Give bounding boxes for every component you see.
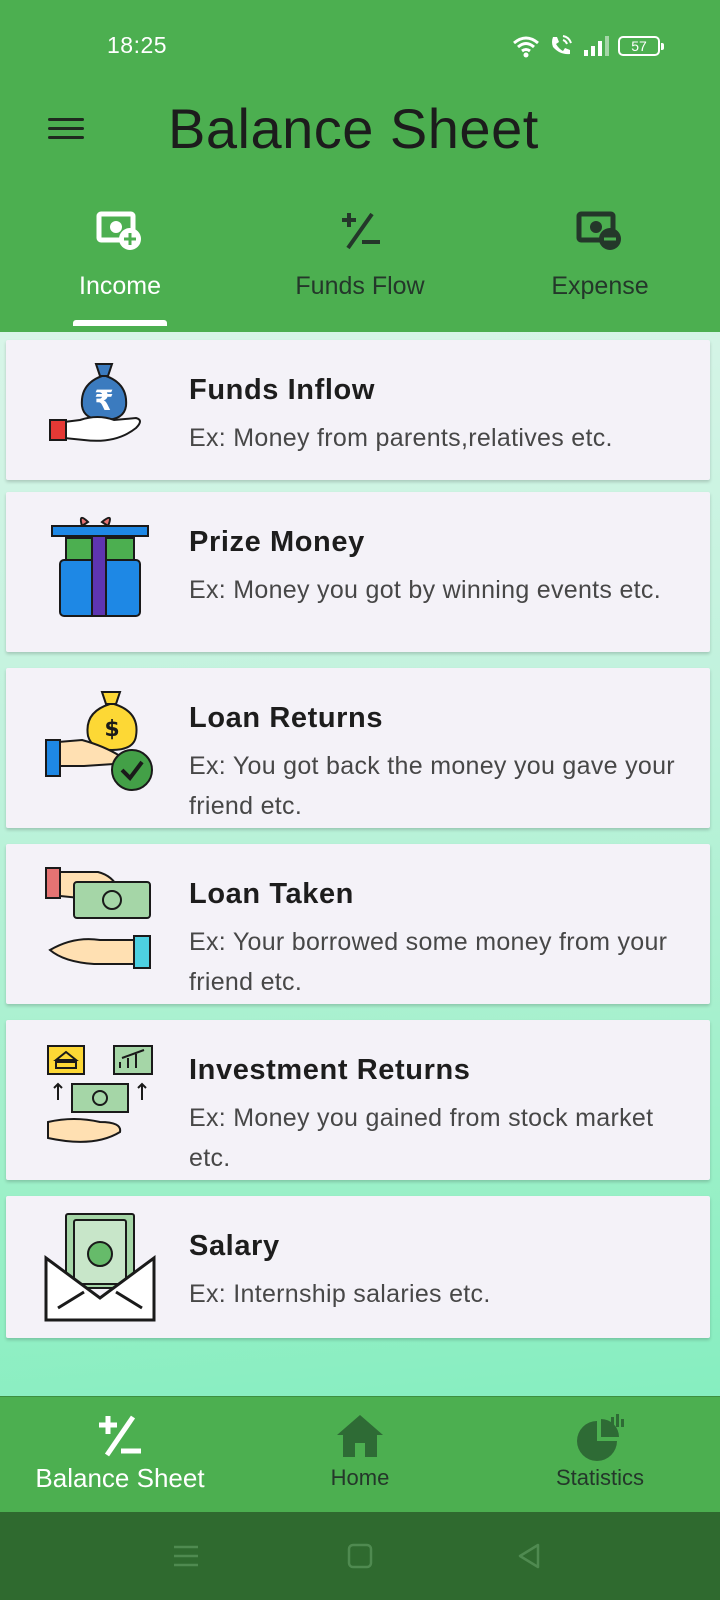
expense-money-minus-icon [576,211,621,250]
category-card-loan-taken[interactable]: Loan Taken Ex: Your borrowed some money … [6,844,710,1004]
battery-icon: 57 [618,36,664,56]
home-square-icon[interactable] [344,1540,376,1572]
status-icons: 57 [512,32,664,60]
system-navigation-bar [0,1512,720,1600]
status-bar: 18:25 57 [0,0,720,90]
category-description: Ex: Your borrowed some money from your f… [189,928,668,996]
tab-label: Income [79,272,161,300]
category-title: Loan Taken [189,878,354,910]
money-bag-check-icon: $ [45,691,153,791]
nav-home[interactable]: Home [240,1397,480,1512]
category-description: Ex: Money from parents,relatives etc. [189,424,613,452]
plus-minus-icon [342,212,380,250]
category-description: Ex: Money you gained from stock market e… [189,1104,654,1172]
hamburger-menu-icon[interactable] [48,112,88,148]
active-tab-indicator [73,320,167,326]
category-card-funds-inflow[interactable]: ₹ Funds Inflow Ex: Money from parents,re… [6,340,710,480]
category-card-prize-money[interactable]: Prize Money Ex: Money you got by winning… [6,492,710,652]
pie-chart-icon [577,1414,624,1461]
category-card-investment-returns[interactable]: Investment Returns Ex: Money you gained … [6,1020,710,1180]
rupee-bag-hand-icon: ₹ [49,363,141,442]
category-title: Investment Returns [189,1054,471,1086]
tab-label: Expense [551,272,649,300]
svg-text:$: $ [104,717,119,742]
bottom-navigation: Balance Sheet Home Statistics [0,1396,720,1512]
nav-label: Home [330,1465,390,1490]
category-title: Salary [189,1230,280,1262]
tab-label: Funds Flow [295,272,425,300]
category-description: Ex: You got back the money you gave your… [189,752,675,820]
category-description: Ex: Internship salaries etc. [189,1280,491,1308]
cash-handover-icon [45,867,151,969]
nav-balance-sheet[interactable]: Balance Sheet [0,1397,240,1512]
app-bar: 18:25 57 Balance Sheet Income Funds Flow… [0,0,720,332]
recents-icon[interactable] [170,1540,202,1572]
category-title: Prize Money [189,526,365,558]
category-card-salary[interactable]: Salary Ex: Internship salaries etc. [6,1196,710,1338]
back-triangle-icon[interactable] [514,1540,546,1572]
salary-envelope-icon [44,1213,156,1322]
wifi-icon [513,36,539,58]
category-title: Loan Returns [189,702,384,734]
category-list: ₹ Funds Inflow Ex: Money from parents,re… [0,332,720,1396]
tab-expense[interactable]: Expense [480,196,720,332]
category-title: Funds Inflow [189,374,376,406]
svg-text:₹: ₹ [94,384,113,417]
gift-box-icon [51,516,149,617]
battery-level: 57 [631,38,647,54]
plus-minus-icon [99,1415,141,1457]
tab-bar: Income Funds Flow Expense [0,196,720,332]
tab-income[interactable]: Income [0,196,240,332]
tab-funds-flow[interactable]: Funds Flow [240,196,480,332]
nav-label: Balance Sheet [35,1463,205,1493]
signal-icon [584,36,609,56]
home-icon [337,1415,383,1457]
page-title: Balance Sheet [168,97,539,160]
wifi-call-icon [552,35,572,55]
nav-label: Statistics [555,1465,645,1490]
nav-statistics[interactable]: Statistics [480,1397,720,1512]
status-time: 18:25 [107,32,168,58]
category-card-loan-returns[interactable]: $ Loan Returns Ex: You got back the mone… [6,668,710,828]
category-description: Ex: Money you got by winning events etc. [189,576,661,604]
income-money-plus-icon [96,211,141,250]
investment-bank-chart-icon [47,1045,153,1143]
